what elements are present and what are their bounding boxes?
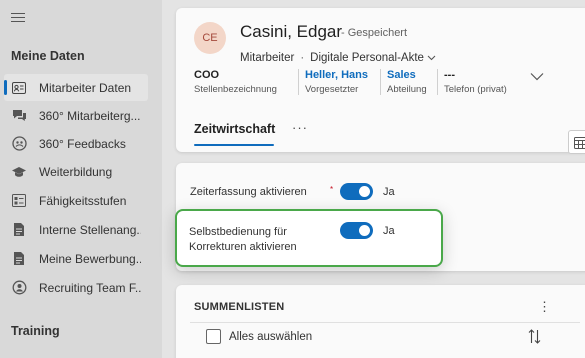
field-label: Telefon (privat) (444, 84, 507, 95)
graduation-cap-icon (11, 164, 27, 180)
selbstbedienung-highlight: Selbstbedienung für Korrekturen aktivier… (175, 209, 443, 267)
chevron-down-icon (427, 55, 436, 61)
sidebar-item-weiterbildung[interactable]: Weiterbildung (4, 158, 148, 185)
zeiterfassung-toggle[interactable] (340, 183, 373, 200)
header-fields: COO Stellenbezeichnung Heller, Hans Vorg… (194, 69, 529, 95)
expand-header-chevron-icon[interactable] (530, 72, 544, 81)
sidebar-group-training: Training (11, 324, 60, 338)
sidebar-item-label: Fähigkeitsstufen (39, 193, 127, 208)
calendar-table-icon (573, 136, 585, 149)
document-icon (11, 251, 27, 267)
summenlisten-section: SUMMENLISTEN ⋮ Alles auswählen (176, 285, 585, 358)
recruiting-icon (11, 280, 27, 296)
field-value-link[interactable]: Sales (387, 69, 429, 83)
sidebar-item-label: Weiterbildung (39, 164, 113, 179)
sidebar: Meine Daten Mitarbeiter Daten 360° Mitar… (0, 0, 162, 358)
divider (190, 322, 580, 323)
field-telefon-privat: --- Telefon (privat) (437, 69, 529, 95)
sidebar-item-label: Recruiting Team F... (39, 280, 141, 295)
sort-icon[interactable] (528, 329, 541, 344)
select-all-checkbox[interactable] (206, 329, 221, 344)
sidebar-item-label: 360° Mitarbeiterg... (39, 108, 141, 123)
skill-list-icon (11, 193, 27, 209)
sidebar-item-recruiting-team[interactable]: Recruiting Team F... (4, 274, 148, 301)
zeiterfassung-label: Zeiterfassung aktivieren (190, 186, 307, 198)
zeiterfassung-value: Ja (383, 186, 395, 198)
sidebar-group-meine-daten: Meine Daten (11, 49, 85, 63)
sidebar-item-label: Mitarbeiter Daten (39, 80, 132, 95)
field-value: --- (444, 69, 455, 81)
sidebar-item-label: Interne Stellenang... (39, 222, 141, 237)
form-name: Digitale Personal-Akte (310, 52, 424, 64)
record-subtitle: Mitarbeiter · Digitale Personal-Akte (240, 52, 436, 64)
field-value-link[interactable]: Heller, Hans (305, 69, 372, 83)
record-header: CE Casini, Edgar - Gespeichert Mitarbeit… (176, 8, 585, 154)
field-value: COO (194, 69, 220, 81)
section-title: SUMMENLISTEN (194, 301, 285, 313)
field-label: Abteilung (387, 84, 427, 95)
section-more-button[interactable]: ⋮ (538, 299, 551, 315)
document-icon (11, 222, 27, 238)
sidebar-item-meine-bewerbungen[interactable]: Meine Bewerbung... (4, 245, 148, 272)
field-label: Vorgesetzter (305, 84, 359, 95)
selbstbedienung-value: Ja (383, 225, 395, 237)
sidebar-item-interne-stellenangebote[interactable]: Interne Stellenang... (4, 216, 148, 243)
table-calendar-button[interactable] (568, 130, 585, 154)
separator: · (300, 52, 305, 64)
field-stellenbezeichnung: COO Stellenbezeichnung (194, 69, 298, 95)
tab-active-indicator (194, 144, 274, 146)
sidebar-item-label: 360° Feedbacks (39, 136, 126, 151)
required-marker: * (330, 185, 334, 194)
field-label: Stellenbezeichnung (194, 84, 277, 95)
tab-zeitwirtschaft[interactable]: Zeitwirtschaft (194, 122, 275, 136)
chat-icon (11, 108, 27, 124)
more-tabs-button[interactable]: ··· (292, 120, 308, 135)
sidebar-item-360-mitarbeitergespraech[interactable]: 360° Mitarbeiterg... (4, 102, 148, 129)
sidebar-item-360-feedbacks[interactable]: 360° Feedbacks (4, 130, 148, 157)
feedback-icon (11, 136, 27, 152)
selbstbedienung-toggle[interactable] (340, 222, 373, 239)
entity-name: Mitarbeiter (240, 52, 295, 64)
sidebar-item-faehigkeitsstufen[interactable]: Fähigkeitsstufen (4, 187, 148, 214)
selbstbedienung-label: Selbstbedienung für Korrekturen aktivier… (189, 226, 297, 253)
sidebar-item-mitarbeiter-daten[interactable]: Mitarbeiter Daten (4, 74, 148, 101)
field-vorgesetzter: Heller, Hans Vorgesetzter (298, 69, 380, 95)
sidebar-item-label: Meine Bewerbung... (39, 251, 141, 266)
hamburger-menu-icon[interactable] (11, 13, 25, 25)
avatar: CE (194, 22, 226, 54)
contact-card-icon (11, 80, 27, 96)
form-selector[interactable]: Digitale Personal-Akte (310, 52, 436, 64)
field-abteilung: Sales Abteilung (380, 69, 437, 95)
main-content: CE Casini, Edgar - Gespeichert Mitarbeit… (162, 0, 585, 358)
record-name: Casini, Edgar (240, 22, 343, 41)
select-all-label: Alles auswählen (229, 331, 313, 343)
save-status: - Gespeichert (341, 27, 408, 39)
